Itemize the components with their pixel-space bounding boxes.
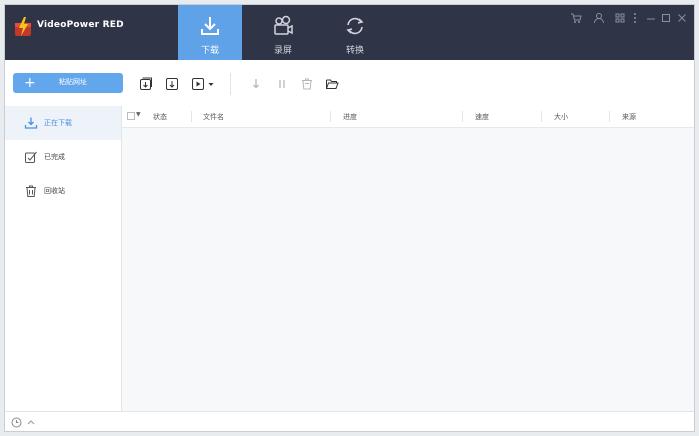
column-header-progress[interactable]: 进度 [343,112,357,122]
select-all-checkbox[interactable] [127,112,135,120]
app-logo-icon [15,17,31,36]
download-icon [201,17,219,35]
menu-icon[interactable] [632,11,638,25]
chevron-down-icon[interactable]: ▼ [136,111,141,118]
chevron-up-icon[interactable] [27,419,35,426]
chevron-down-icon[interactable] [207,77,215,91]
column-header-filename[interactable]: 文件名 [203,112,224,122]
sidebar-item-completed[interactable]: 已完成 [5,140,121,174]
add-download-icon[interactable] [139,77,153,91]
tab-record[interactable]: 录屏 [251,5,315,60]
download-icon [24,117,38,129]
sidebar-item-label: 正在下载 [44,119,72,127]
trash-icon [26,185,36,197]
download-list: ▼ 状态 文件名 进度 速度 大小 来源 [122,106,694,411]
status-bar [5,411,694,431]
camera-icon [274,15,293,35]
close-icon[interactable] [677,11,687,25]
toolbar-divider [230,73,231,95]
column-header-status[interactable]: 状态 [153,112,167,122]
pause-icon[interactable] [275,77,289,91]
tab-convert[interactable]: 转换 [323,5,387,60]
cart-icon[interactable] [570,11,582,25]
column-header-source[interactable]: 来源 [622,112,636,122]
column-divider [462,111,463,122]
delete-icon[interactable] [300,77,314,91]
tab-download[interactable]: 下载 [178,5,242,60]
convert-icon [346,17,364,35]
column-header-speed[interactable]: 速度 [475,112,489,122]
download-file-icon[interactable] [165,77,179,91]
sidebar-item-label: 回收站 [44,187,65,195]
folder-icon[interactable] [325,77,339,91]
plus-icon: + [24,75,36,91]
tab-label: 录屏 [273,46,292,56]
column-header-size[interactable]: 大小 [554,112,568,122]
sidebar-item-label: 已完成 [44,153,65,161]
title-bar: VideoPower RED 下载 录屏 转换 [5,5,694,60]
column-divider [191,111,192,122]
app-title: VideoPower RED [37,20,124,30]
column-divider [541,111,542,122]
tab-label: 下载 [200,46,219,56]
app-window: VideoPower RED 下载 录屏 转换 + 粘贴网址 正在下载 已完成 … [4,4,695,432]
resume-icon[interactable] [249,77,263,91]
sidebar: 正在下载 已完成 回收站 [5,106,122,411]
table-header: ▼ 状态 文件名 进度 速度 大小 来源 [122,106,694,128]
tab-label: 转换 [345,46,364,56]
clock-icon[interactable] [11,417,22,428]
paste-url-label: 粘贴网址 [59,78,87,86]
toolbar: + 粘贴网址 [5,60,694,107]
paste-url-button[interactable]: + 粘贴网址 [13,73,123,93]
minimize-icon[interactable] [646,11,656,25]
user-icon[interactable] [593,11,605,25]
sidebar-item-downloading[interactable]: 正在下载 [5,106,121,140]
video-play-icon[interactable] [191,77,205,91]
sidebar-item-trash[interactable]: 回收站 [5,174,121,208]
grid-icon[interactable] [615,11,625,25]
maximize-icon[interactable] [661,11,671,25]
column-divider [609,111,610,122]
column-divider [330,111,331,122]
completed-icon [25,151,37,163]
